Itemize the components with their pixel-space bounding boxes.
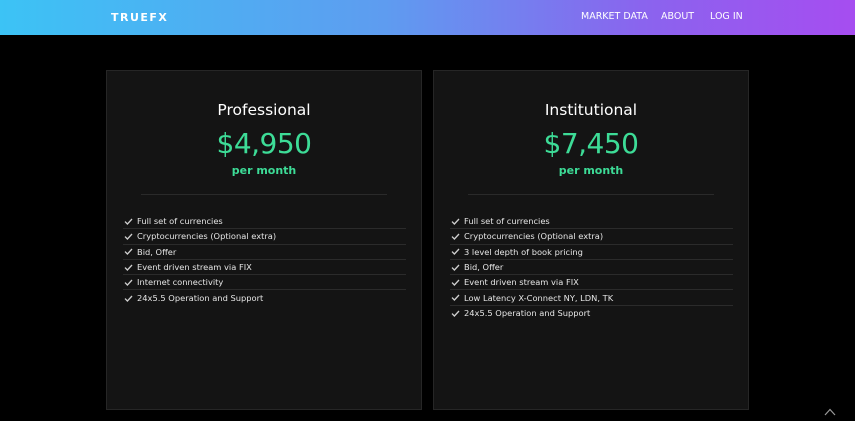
- check-icon: [123, 247, 134, 256]
- check-icon: [123, 263, 134, 272]
- check-icon: [450, 247, 461, 256]
- feature-list: Full set of currencies Cryptocurrencies …: [123, 214, 406, 306]
- plan-price: $7,450: [543, 127, 639, 160]
- feature-label: Full set of currencies: [137, 216, 223, 227]
- card-divider: [141, 194, 387, 195]
- plan-period: per month: [231, 164, 297, 177]
- feature-label: 3 level depth of book pricing: [464, 246, 583, 257]
- plan-period: per month: [558, 164, 624, 177]
- feature-label: Bid, Offer: [137, 246, 177, 257]
- feature-label: Low Latency X-Connect NY, LDN, TK: [464, 292, 614, 303]
- plan-name: Institutional: [544, 101, 638, 119]
- scroll-to-top-button[interactable]: [818, 399, 842, 421]
- feature-item: Cryptocurrencies (Optional extra): [450, 229, 733, 245]
- plan-card-professional: Professional $4,950 per month Full set o…: [106, 70, 422, 410]
- plan-price: $4,950: [216, 127, 312, 160]
- card-divider: [468, 194, 714, 195]
- check-icon: [450, 263, 461, 272]
- plan-name: Professional: [217, 101, 311, 119]
- main-nav: MARKET DATA ABOUT LOG IN: [0, 11, 855, 25]
- feature-item: Event driven stream via FIX: [450, 275, 733, 291]
- feature-item: 24x5.5 Operation and Support: [450, 306, 733, 321]
- feature-item: Full set of currencies: [450, 214, 733, 230]
- check-icon: [450, 217, 461, 226]
- check-icon: [450, 278, 461, 287]
- feature-label: 24x5.5 Operation and Support: [464, 308, 591, 319]
- top-header: TRUEFX MARKET DATA ABOUT LOG IN: [0, 0, 855, 35]
- check-icon: [123, 232, 134, 241]
- feature-item: Event driven stream via FIX: [123, 260, 406, 276]
- feature-item: 3 level depth of book pricing: [450, 245, 733, 260]
- feature-label: Internet connectivity: [137, 277, 224, 288]
- plan-card-institutional: Institutional $7,450 per month Full set …: [433, 70, 749, 410]
- pricing-section: Professional $4,950 per month Full set o…: [0, 35, 855, 415]
- feature-item: Cryptocurrencies (Optional extra): [123, 229, 406, 245]
- nav-log-in[interactable]: LOG IN: [710, 11, 743, 22]
- feature-item: Internet connectivity: [123, 275, 406, 291]
- feature-label: Event driven stream via FIX: [137, 262, 252, 273]
- feature-item: 24x5.5 Operation and Support: [123, 290, 406, 305]
- feature-item: Full set of currencies: [123, 214, 406, 230]
- chevron-up-icon: [824, 401, 836, 420]
- check-icon: [123, 278, 134, 287]
- nav-market-data[interactable]: MARKET DATA: [581, 11, 648, 22]
- check-icon: [123, 294, 134, 303]
- feature-item: Bid, Offer: [450, 260, 733, 276]
- check-icon: [123, 217, 134, 226]
- feature-item: Bid, Offer: [123, 245, 406, 260]
- check-icon: [450, 232, 461, 241]
- check-icon: [450, 293, 461, 302]
- feature-label: Event driven stream via FIX: [464, 277, 579, 288]
- feature-label: Cryptocurrencies (Optional extra): [137, 231, 277, 242]
- feature-list: Full set of currencies Cryptocurrencies …: [450, 214, 733, 321]
- nav-about[interactable]: ABOUT: [661, 11, 694, 22]
- feature-label: Full set of currencies: [464, 216, 550, 227]
- check-icon: [450, 309, 461, 318]
- feature-label: Cryptocurrencies (Optional extra): [464, 231, 604, 242]
- feature-label: 24x5.5 Operation and Support: [137, 293, 264, 304]
- feature-label: Bid, Offer: [464, 262, 504, 273]
- feature-item: Low Latency X-Connect NY, LDN, TK: [450, 290, 733, 306]
